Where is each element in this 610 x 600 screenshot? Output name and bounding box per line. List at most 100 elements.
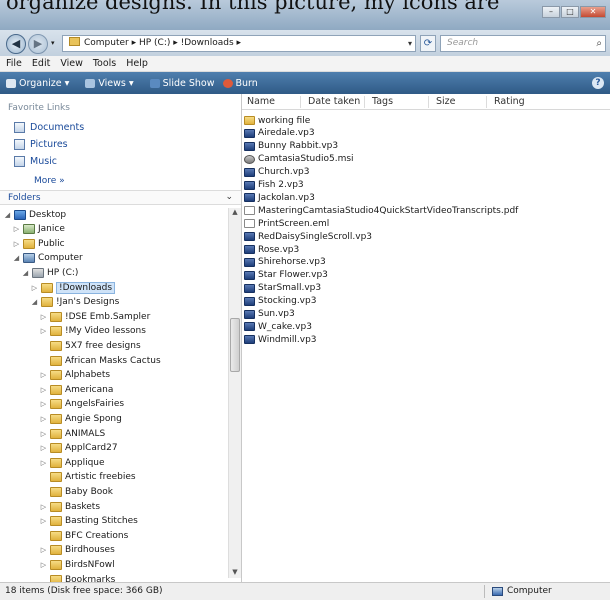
expand-toggle-icon[interactable]: ▷ <box>40 415 47 423</box>
burn-button[interactable]: Burn <box>222 78 258 89</box>
tree-item[interactable]: ▷ !DSE Emb.Sampler <box>40 310 150 323</box>
expand-toggle-icon[interactable]: ◢ <box>4 211 11 219</box>
refresh-button[interactable]: ⟳ <box>420 35 436 52</box>
file-row[interactable]: Church.vp3 <box>244 166 309 179</box>
expand-toggle-icon[interactable]: ▷ <box>40 459 47 467</box>
more-links[interactable]: More » <box>34 176 65 186</box>
menu-view[interactable]: View <box>60 56 83 71</box>
column-size[interactable]: Size <box>436 96 456 107</box>
folders-header[interactable]: Folders ⌄ <box>0 190 241 205</box>
tree-item[interactable]: ▷ !Downloads <box>31 281 116 294</box>
views-button[interactable]: Views ▾ <box>85 78 134 89</box>
expand-toggle-icon[interactable]: ▷ <box>40 444 47 452</box>
tree-item[interactable]: ▷ Janice <box>13 223 65 236</box>
file-row[interactable]: PrintScreen.eml <box>244 217 329 230</box>
file-row[interactable]: MasteringCamtasiaStudio4QuickStartVideoT… <box>244 204 518 217</box>
forward-button[interactable]: ▶ <box>28 34 48 54</box>
file-row[interactable]: CamtasiaStudio5.msi <box>244 153 354 166</box>
column-name[interactable]: Name <box>247 96 275 107</box>
expand-toggle-icon[interactable]: ◢ <box>13 254 20 262</box>
file-row[interactable]: Star Flower.vp3 <box>244 269 328 282</box>
tree-item[interactable]: ▷ !My Video lessons <box>40 325 146 338</box>
minimize-button[interactable]: – <box>542 6 560 18</box>
tree-item[interactable]: ▷ Baskets <box>40 500 100 513</box>
tree-item[interactable]: ◢ Desktop <box>4 208 66 221</box>
column-rating[interactable]: Rating <box>494 96 525 107</box>
expand-toggle-icon[interactable]: ▷ <box>40 561 47 569</box>
file-row[interactable]: W_cake.vp3 <box>244 320 312 333</box>
menu-file[interactable]: File <box>6 56 22 71</box>
tree-item[interactable]: Baby Book <box>40 485 113 498</box>
tree-item[interactable]: African Masks Cactus <box>40 354 161 367</box>
tree-item[interactable]: 5X7 free designs <box>40 339 141 352</box>
file-row[interactable]: Bunny Rabbit.vp3 <box>244 140 338 153</box>
file-row[interactable]: Windmill.vp3 <box>244 333 317 346</box>
tree-item[interactable]: ▷ BirdsNFowl <box>40 558 115 571</box>
column-date-taken[interactable]: Date taken <box>308 96 360 107</box>
file-row[interactable]: Shirehorse.vp3 <box>244 256 326 269</box>
file-row[interactable]: Fish 2.vp3 <box>244 179 304 192</box>
tree-item[interactable]: ▷ Public <box>13 237 65 250</box>
expand-toggle-icon[interactable]: ◢ <box>22 269 29 277</box>
expand-toggle-icon[interactable]: ▷ <box>31 284 38 292</box>
favorite-pictures[interactable]: Pictures <box>14 139 68 150</box>
tree-item[interactable]: ◢ HP (C:) <box>22 266 78 279</box>
expand-toggle-icon[interactable]: ▷ <box>40 430 47 438</box>
address-field[interactable]: Computer ▸ HP (C:) ▸ !Downloads ▸ ▾ <box>62 35 416 52</box>
file-row[interactable]: StarSmall.vp3 <box>244 282 321 295</box>
search-icon[interactable]: ⌕ <box>596 36 602 51</box>
scroll-up-icon[interactable]: ▲ <box>229 208 241 218</box>
menu-tools[interactable]: Tools <box>93 56 116 71</box>
tree-item[interactable]: ▷ ApplCard27 <box>40 442 118 455</box>
tree-item[interactable]: ▷ Alphabets <box>40 369 110 382</box>
favorite-documents[interactable]: Documents <box>14 122 84 133</box>
maximize-button[interactable]: □ <box>561 6 579 18</box>
help-icon[interactable]: ? <box>592 77 604 89</box>
back-button[interactable]: ◀ <box>6 34 26 54</box>
folder-icon <box>50 486 62 497</box>
address-dropdown-icon[interactable]: ▾ <box>408 36 412 51</box>
tree-item[interactable]: ▷ AngelsFairies <box>40 398 124 411</box>
tree-item[interactable]: ▷ Birdhouses <box>40 544 115 557</box>
tree-item[interactable]: ▷ Angie Spong <box>40 412 122 425</box>
column-tags[interactable]: Tags <box>372 96 393 107</box>
tree-item[interactable]: BFC Creations <box>40 529 128 542</box>
scroll-thumb[interactable] <box>230 318 240 372</box>
scroll-down-icon[interactable]: ▼ <box>229 568 241 578</box>
expand-toggle-icon[interactable]: ▷ <box>40 386 47 394</box>
expand-toggle-icon[interactable]: ▷ <box>40 517 47 525</box>
tree-item[interactable]: ▷ ANIMALS <box>40 427 105 440</box>
tree-item[interactable]: ▷ Applique <box>40 456 105 469</box>
file-row[interactable]: Rose.vp3 <box>244 243 299 256</box>
close-button[interactable]: ✕ <box>580 6 606 18</box>
search-input[interactable]: Search ⌕ <box>440 35 606 52</box>
file-row[interactable]: working file <box>244 114 310 127</box>
expand-toggle-icon[interactable]: ▷ <box>40 400 47 408</box>
expand-toggle-icon[interactable]: ▷ <box>40 546 47 554</box>
menu-edit[interactable]: Edit <box>32 56 50 71</box>
tree-item[interactable]: ◢ !Jan's Designs <box>31 296 119 309</box>
tree-item[interactable]: ▷ Americana <box>40 383 113 396</box>
file-row[interactable]: Sun.vp3 <box>244 308 295 321</box>
expand-toggle-icon[interactable]: ▷ <box>13 225 20 233</box>
favorite-music[interactable]: Music <box>14 156 57 167</box>
file-row[interactable]: RedDaisySingleScroll.vp3 <box>244 230 372 243</box>
menu-help[interactable]: Help <box>126 56 148 71</box>
expand-toggle-icon[interactable]: ▷ <box>40 503 47 511</box>
expand-toggle-icon[interactable]: ◢ <box>31 298 38 306</box>
chevron-down-icon[interactable]: ⌄ <box>225 192 233 202</box>
expand-toggle-icon[interactable]: ▷ <box>40 313 47 321</box>
slideshow-button[interactable]: Slide Show <box>149 78 215 89</box>
expand-toggle-icon[interactable]: ▷ <box>13 240 20 248</box>
history-dropdown-icon[interactable]: ▾ <box>51 39 55 47</box>
organize-button[interactable]: Organize ▾ <box>6 78 69 89</box>
expand-toggle-icon[interactable]: ▷ <box>40 371 47 379</box>
file-row[interactable]: Airedale.vp3 <box>244 127 315 140</box>
file-row[interactable]: Stocking.vp3 <box>244 295 316 308</box>
file-row[interactable]: Jackolan.vp3 <box>244 191 315 204</box>
tree-item[interactable]: ◢ Computer <box>13 252 83 265</box>
expand-toggle-icon[interactable]: ▷ <box>40 327 47 335</box>
tree-item[interactable]: Artistic freebies <box>40 471 136 484</box>
tree-item[interactable]: ▷ Basting Stitches <box>40 515 138 528</box>
tree-scrollbar[interactable]: ▲ ▼ <box>228 208 241 578</box>
